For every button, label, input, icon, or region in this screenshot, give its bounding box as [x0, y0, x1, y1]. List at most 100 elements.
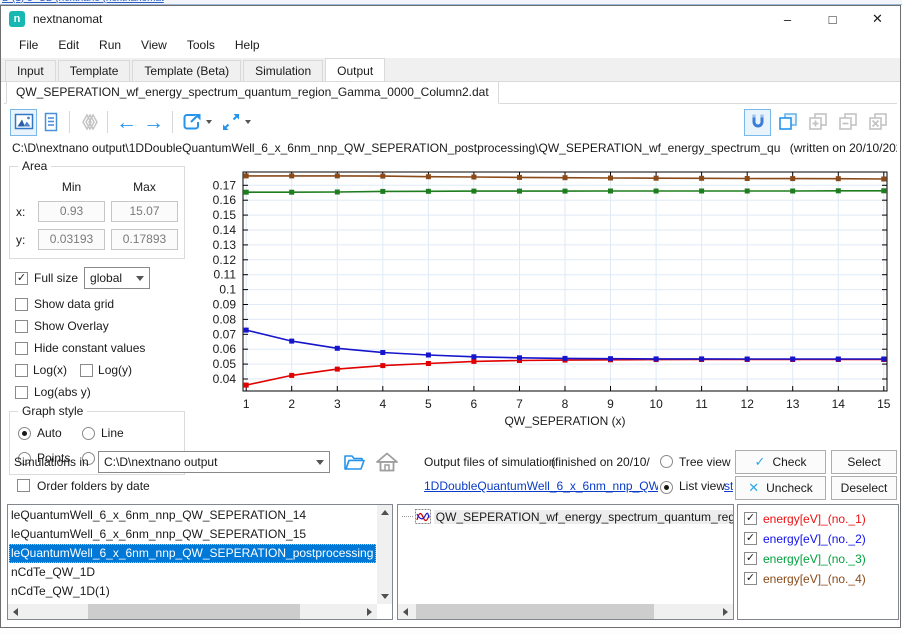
uncheck-button[interactable]: ✕ Uncheck	[735, 476, 826, 500]
lists-row: leQuantumWell_6_x_6nm_nnp_QW_SEPERATION_…	[4, 504, 899, 622]
curve-label: energy[eV]_(no._4)	[763, 572, 866, 586]
file-tab[interactable]: QW_SEPERATION_wf_energy_spectrum_quantum…	[6, 81, 499, 104]
scroll-thumb[interactable]	[416, 604, 654, 619]
remove-pages-button[interactable]	[834, 109, 861, 136]
graph-style-option-line[interactable]: Line	[82, 426, 180, 440]
simulation-link[interactable]: 1DDoubleQuantumWell_6_x_6nm_nnp_QW_SEP	[424, 479, 658, 493]
curve-checkbox[interactable]: ✓	[744, 572, 757, 585]
curve-item[interactable]: ✓energy[eV]_(no._1)	[738, 509, 898, 528]
tab-input[interactable]: Input	[5, 60, 56, 81]
add-pages-button[interactable]	[804, 109, 831, 136]
svg-text:2: 2	[288, 397, 295, 411]
text-view-button[interactable]	[37, 109, 64, 136]
svg-text:0.07: 0.07	[213, 327, 237, 341]
svg-text:3: 3	[334, 397, 341, 411]
list-view-radio[interactable]	[660, 481, 673, 494]
chart-canvas[interactable]: 1234567891011121314150.040.050.060.070.0…	[187, 162, 897, 444]
tab-simulation[interactable]: Simulation	[243, 60, 323, 81]
scroll-left-icon	[403, 608, 408, 616]
svg-text:0.08: 0.08	[213, 312, 237, 326]
tab-template[interactable]: Template	[58, 60, 131, 81]
order-folders-checkbox[interactable]	[17, 479, 30, 492]
close-button[interactable]: ✕	[855, 6, 900, 32]
simulations-hscrollbar[interactable]	[8, 604, 377, 619]
svg-text:0.16: 0.16	[213, 193, 237, 207]
tree-view-radio[interactable]	[660, 455, 673, 468]
back-button[interactable]: ←	[113, 109, 140, 136]
graph-style-option-auto[interactable]: Auto	[18, 426, 82, 440]
export-icon	[181, 111, 203, 133]
hide-constant-values-checkbox[interactable]	[15, 342, 28, 355]
simulations-vscrollbar[interactable]	[377, 505, 392, 604]
export-dropdown-caret[interactable]	[206, 120, 212, 124]
curve-checkbox[interactable]: ✓	[744, 552, 757, 565]
list-item[interactable]: leQuantumWell_6_x_6nm_nnp_QW_SEPERATION_…	[9, 544, 376, 563]
toolbar-separator	[107, 111, 108, 133]
copy-pages-button[interactable]	[774, 109, 801, 136]
forward-button[interactable]: →	[140, 109, 167, 136]
full-size-checkbox[interactable]: ✓	[15, 272, 28, 285]
list-item[interactable]: leQuantumWell_6_x_6nm_nnp_QW_SEPERATION_…	[9, 506, 376, 525]
chart-view-button[interactable]	[10, 109, 37, 136]
tab-template-beta[interactable]: Template (Beta)	[132, 60, 241, 81]
menu-item-view[interactable]: View	[131, 34, 177, 56]
home-button[interactable]	[374, 450, 400, 477]
menu-item-file[interactable]: File	[9, 34, 48, 56]
tab-output[interactable]: Output	[325, 58, 385, 82]
deselect-button[interactable]: Deselect	[831, 476, 897, 500]
list-item[interactable]: leQuantumWell_6_x_6nm_nnp_QW_SEPERATION_…	[9, 525, 376, 544]
select-button[interactable]: Select	[831, 450, 897, 474]
radio-label: Line	[101, 426, 124, 440]
export-button[interactable]	[178, 109, 205, 136]
minimize-button[interactable]: –	[765, 6, 810, 32]
full-size-scope-select[interactable]: global	[84, 267, 150, 289]
show-data-grid-checkbox[interactable]	[15, 298, 28, 311]
partial-link[interactable]: st	[724, 479, 733, 493]
chart-panel: 1234567891011121314150.040.050.060.070.0…	[187, 162, 897, 444]
log-y-checkbox[interactable]	[80, 364, 93, 377]
curve-checkbox[interactable]: ✓	[744, 532, 757, 545]
list-item[interactable]: nCdTe_QW_1D(1)	[9, 582, 376, 601]
log-x-checkbox[interactable]	[15, 364, 28, 377]
list-item[interactable]: nCdTe_QW_1D	[9, 563, 376, 582]
log-abs-y-checkbox[interactable]	[15, 386, 28, 399]
curve-item[interactable]: ✓energy[eV]_(no._2)	[738, 529, 898, 548]
scroll-thumb[interactable]	[88, 604, 300, 619]
maximize-button[interactable]: □	[810, 6, 855, 32]
overlay-pages-button[interactable]	[75, 109, 102, 136]
check-button[interactable]: ✓ Check	[735, 450, 826, 474]
output-files-hscrollbar[interactable]	[398, 604, 733, 619]
menu-item-tools[interactable]: Tools	[177, 34, 225, 56]
curve-item[interactable]: ✓ energy[eV]_(no._4)	[738, 569, 898, 588]
menu-item-help[interactable]: Help	[225, 34, 270, 56]
fullscreen-dropdown-caret[interactable]	[245, 120, 251, 124]
curve-item[interactable]: ✓ energy[eV]_(no._3)	[738, 549, 898, 568]
open-folder-button[interactable]	[342, 450, 368, 477]
radio-icon[interactable]	[18, 427, 31, 440]
output-file-item[interactable]: QW_SEPERATION_wf_energy_spectrum_quantum…	[402, 507, 733, 526]
menu-item-run[interactable]: Run	[89, 34, 131, 56]
menu-item-edit[interactable]: Edit	[48, 34, 89, 56]
x-max-field[interactable]: 15.07	[111, 201, 178, 222]
curve-label: energy[eV]_(no._3)	[763, 552, 866, 566]
curve-checkbox[interactable]: ✓	[744, 512, 757, 525]
fullscreen-button[interactable]	[217, 109, 244, 136]
y-min-field[interactable]: 0.03193	[38, 229, 105, 250]
x-min-field[interactable]: 0.93	[38, 201, 105, 222]
mini-chart-icon	[415, 509, 431, 524]
simulations-folder-select[interactable]: C:\D\nextnano output	[98, 451, 330, 473]
y-max-field[interactable]: 0.17893	[111, 229, 178, 250]
svg-text:8: 8	[562, 397, 569, 411]
svg-text:13: 13	[786, 397, 800, 411]
show-overlay-checkbox[interactable]	[15, 320, 28, 333]
list-item[interactable]: AlGaAs_10nmQW_Lifetime	[9, 601, 376, 603]
close-pages-button[interactable]	[864, 109, 891, 136]
close-pages-icon	[867, 111, 889, 133]
open-folder-icon	[342, 450, 368, 474]
magnet-button[interactable]	[744, 109, 771, 136]
scroll-right-icon	[723, 608, 728, 616]
tree-connector	[402, 516, 413, 517]
radio-icon[interactable]	[82, 427, 95, 440]
graph-style-legend: Graph style	[18, 404, 87, 418]
toolbar-separator	[69, 111, 70, 133]
